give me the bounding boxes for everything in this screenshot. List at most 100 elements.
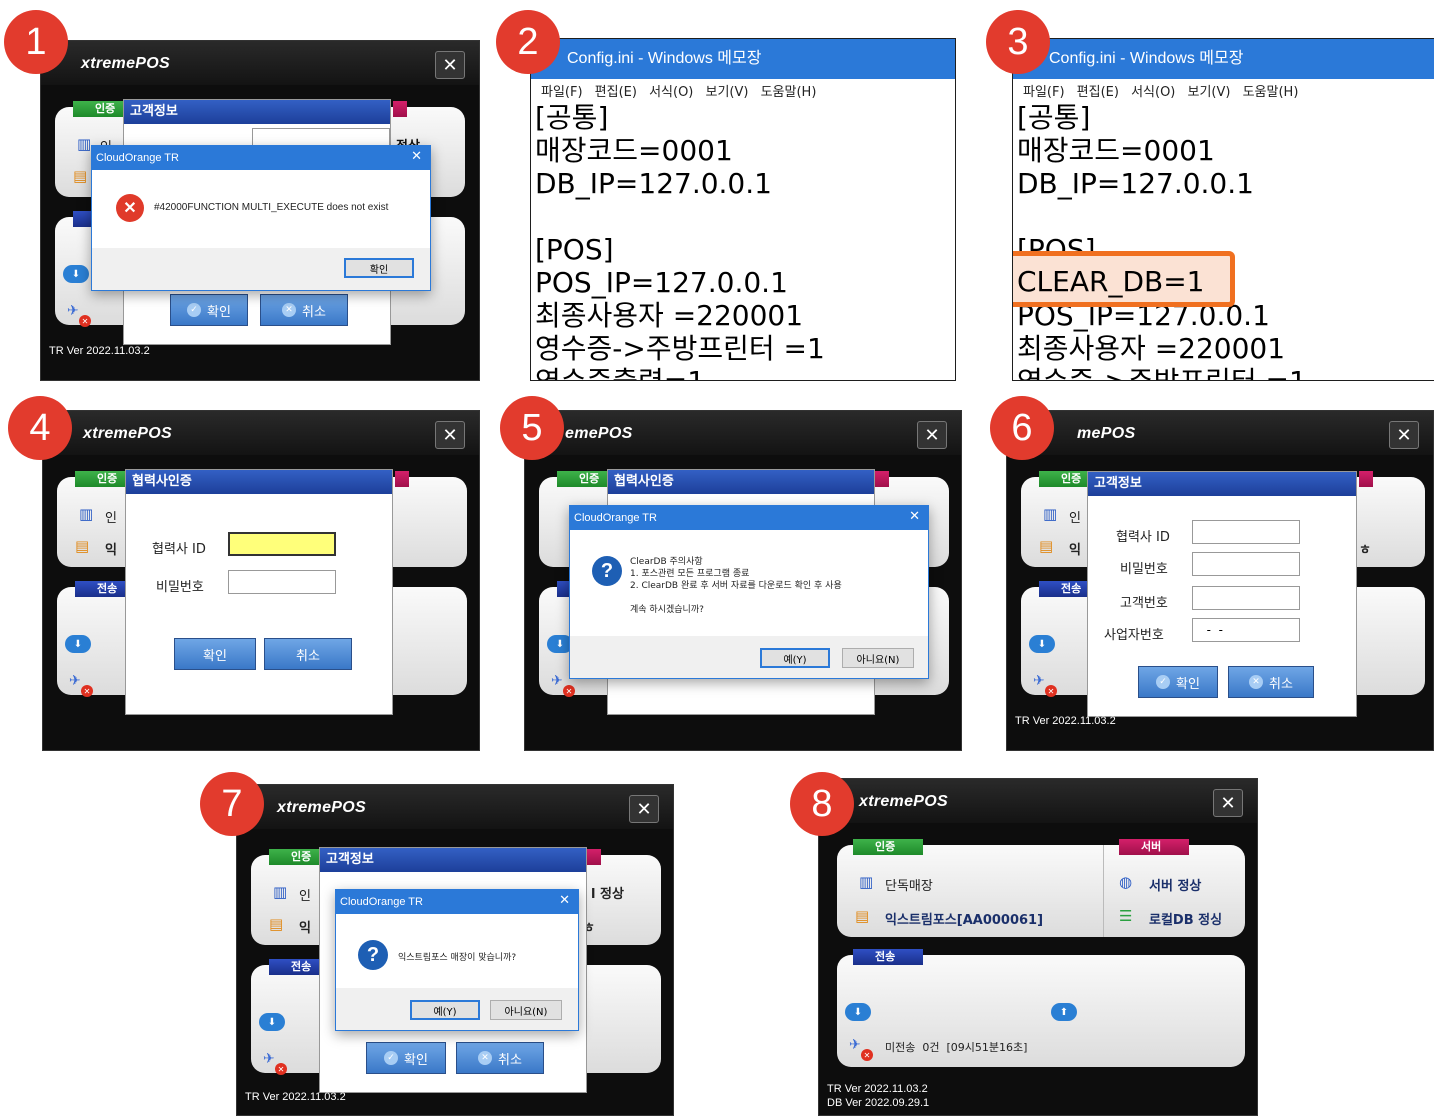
app-brand: xtremePOS: [81, 55, 170, 72]
store-icon: ▤: [855, 907, 870, 925]
cancel-label: 취소: [498, 1052, 522, 1068]
building-icon: ▥: [79, 505, 94, 523]
confirm-button[interactable]: ✓ 확인: [1138, 666, 1218, 698]
close-button[interactable]: ✕: [435, 51, 465, 79]
panel-5-pos-window: emePOS ✕ 인증 ⬇ ✈ ✕ 협력사인증 CloudOrange TR ✕ …: [524, 410, 962, 751]
no-button[interactable]: 아니요(N): [842, 648, 914, 668]
ok-button[interactable]: 확인: [344, 258, 414, 278]
close-button[interactable]: ✕: [435, 421, 465, 449]
close-icon[interactable]: ✕: [411, 149, 422, 164]
partner-id-label: 협력사 ID: [1116, 530, 1170, 545]
message-box-title: CloudOrange TR: [336, 890, 578, 914]
no-button[interactable]: 아니요(N): [490, 1000, 562, 1020]
version-label: TR Ver 2022.11.03.2: [49, 345, 150, 357]
partner-id-input[interactable]: [1192, 520, 1300, 544]
cancel-label: 취소: [1269, 676, 1293, 692]
store-confirm-box: CloudOrange TR ✕ ? 익스트림포스 매장이 맞습니까? 예(Y)…: [335, 889, 579, 1031]
app-brand: mePOS: [1077, 425, 1136, 442]
building-icon: ▥: [273, 883, 288, 901]
panel-2-notepad: Config.ini - Windows 메모장 파일(F) 편집(E) 서식(…: [530, 38, 956, 381]
confirm-label: 확인: [404, 1052, 428, 1068]
upload-cloud-icon[interactable]: ⬆: [1051, 1003, 1077, 1021]
error-icon: ✕: [116, 194, 144, 222]
password-input[interactable]: [228, 570, 336, 594]
download-cloud-icon[interactable]: ⬇: [63, 265, 89, 283]
unsent-plane-icon: ✈ ✕: [69, 673, 93, 697]
card-divider: [1103, 845, 1104, 937]
auth-tag: 인증: [853, 839, 923, 855]
server-status-label: 서버 정상: [1149, 879, 1202, 894]
localdb-status-label: 로컬DB 정싱: [1149, 913, 1223, 928]
panel-1-pos-window: xtremePOS ✕ 인증 ▥ ▤ ⬇ ✈✕ l 정상 정상 고객정보 인 ✓…: [40, 40, 480, 381]
server-tag: [1359, 471, 1373, 487]
store-name-partial: 익: [1069, 543, 1081, 558]
auth-tag: 인증: [1039, 471, 1089, 487]
clear-db-line: CLEAR_DB=1: [1017, 265, 1205, 298]
panel-3-notepad: Config.ini - Windows 메모장 파일(F) 편집(E) 서식(…: [1012, 38, 1434, 381]
customer-no-label: 고객번호: [1120, 596, 1168, 611]
cancel-label: 취소: [302, 304, 326, 320]
message-box-title: CloudOrange TR: [92, 146, 430, 170]
confirm-label: 확인: [207, 304, 231, 320]
globe-icon: ◍: [1119, 873, 1133, 891]
store-type-partial: 인: [105, 511, 117, 526]
panel-4-pos-window: xtremePOS ✕ 인증 전송 ▥ 인 ▤ 익 ⬇ ✈ ✕ 협력사인증 협력사…: [42, 410, 480, 751]
store-icon: ▤: [73, 167, 88, 185]
cleardb-confirm-box: CloudOrange TR ✕ ? ClearDB 주의사항 1. 포스관련 …: [569, 505, 929, 679]
config-text-top: [공통] 매장코드=0001 DB_IP=127.0.0.1: [1017, 101, 1254, 200]
building-icon: ▥: [77, 135, 92, 153]
x-icon: ✕: [478, 1051, 493, 1065]
step-badge-1: 1: [4, 10, 68, 74]
step-badge-4: 4: [8, 396, 72, 460]
yes-button[interactable]: 예(Y): [410, 1000, 480, 1020]
unsent-plane-icon: ✈ ✕: [849, 1037, 873, 1061]
download-cloud-icon[interactable]: ⬇: [845, 1003, 871, 1021]
step-badge-3: 3: [986, 10, 1050, 74]
warning-line-2: 2. ClearDB 완료 후 서버 자료를 다운로드 확인 후 사용: [630, 581, 842, 591]
dialog-title: 협력사인증: [608, 470, 874, 494]
app-brand: emePOS: [565, 425, 633, 442]
check-icon: ✓: [1156, 675, 1171, 689]
close-icon[interactable]: ✕: [909, 509, 920, 524]
cancel-button[interactable]: ✕ 취소: [260, 294, 348, 326]
continue-question: 계속 하시겠습니까?: [630, 605, 704, 615]
store-name-partial: 익: [105, 543, 117, 558]
yes-button[interactable]: 예(Y): [760, 648, 830, 668]
download-cloud-icon[interactable]: ⬇: [259, 1013, 285, 1031]
notepad-menu[interactable]: 파일(F) 편집(E) 서식(O) 보기(V) 도움말(H): [1023, 81, 1298, 100]
confirm-button[interactable]: ✓ 확인: [170, 294, 248, 326]
cancel-button[interactable]: 취소: [264, 638, 352, 670]
business-no-input[interactable]: - -: [1192, 618, 1300, 642]
send-tag: 전송: [269, 959, 319, 975]
app-brand: xtremePOS: [83, 425, 172, 442]
building-icon: ▥: [1043, 505, 1058, 523]
store-type-label: 단독매장: [885, 879, 933, 894]
store-type-partial: 인: [299, 889, 311, 904]
confirm-button[interactable]: 확인: [174, 638, 256, 670]
close-button[interactable]: ✕: [1389, 421, 1419, 449]
download-cloud-icon[interactable]: ⬇: [1029, 635, 1055, 653]
auth-tag: 인증: [557, 471, 607, 487]
unsent-plane-icon: ✈ ✕: [67, 303, 91, 327]
store-icon: ▤: [1039, 537, 1054, 555]
password-input[interactable]: [1192, 552, 1300, 576]
close-button[interactable]: ✕: [629, 795, 659, 823]
panel-7-pos-window: xtremePOS ✕ 인증 전송 ▥ 인 ▤ 익 ⬇ ✈ ✕ l 정상 ㅎ 고객…: [236, 784, 674, 1116]
cancel-button[interactable]: ✕ 취소: [1228, 666, 1314, 698]
step-badge-5: 5: [500, 396, 564, 460]
partner-id-input[interactable]: [228, 532, 336, 556]
notepad-menu[interactable]: 파일(F) 편집(E) 서식(O) 보기(V) 도움말(H): [541, 81, 816, 100]
config-text[interactable]: [공통] 매장코드=0001 DB_IP=127.0.0.1 [POS] POS…: [535, 101, 825, 380]
customer-no-input[interactable]: [1192, 586, 1300, 610]
download-cloud-icon[interactable]: ⬇: [65, 635, 91, 653]
close-button[interactable]: ✕: [1213, 789, 1243, 817]
server-tag: [393, 101, 407, 117]
confirm-button[interactable]: ✓ 확인: [366, 1042, 446, 1074]
app-brand: xtremePOS: [277, 799, 366, 816]
close-icon[interactable]: ✕: [559, 893, 570, 908]
cancel-button[interactable]: ✕ 취소: [456, 1042, 544, 1074]
tr-version-label: TR Ver 2022.11.03.2: [827, 1083, 928, 1095]
confirm-label: 확인: [1176, 676, 1200, 692]
close-button[interactable]: ✕: [917, 421, 947, 449]
store-name-label: 익스트림포스[AA000061]: [885, 913, 1044, 928]
